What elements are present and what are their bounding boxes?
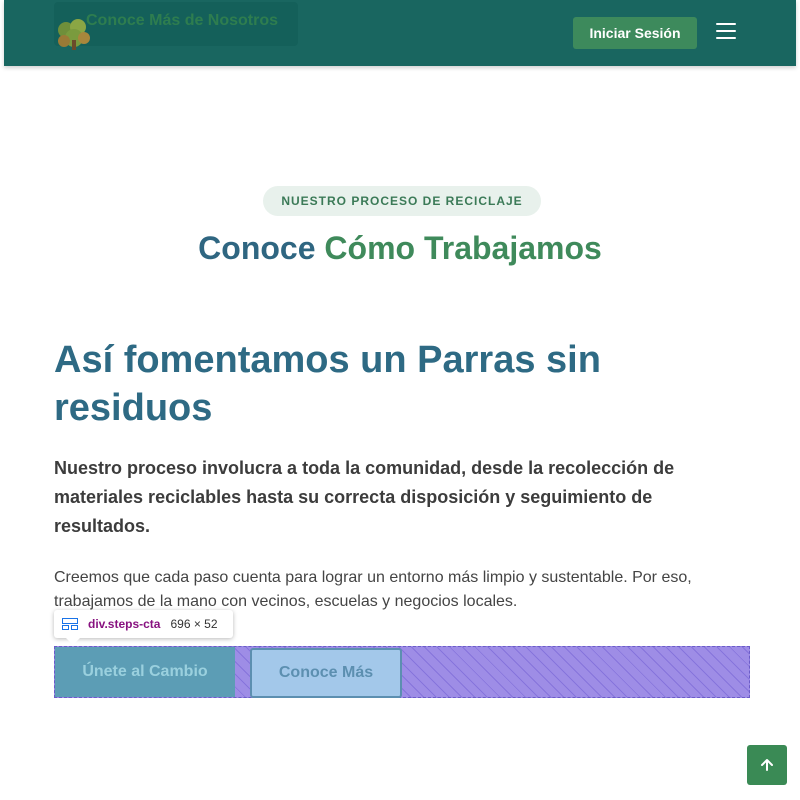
join-change-button[interactable]: Únete al Cambio: [55, 647, 235, 697]
arrow-up-icon: [761, 759, 773, 771]
navbar: Conoce Más de Nosotros Iniciar Sesión: [4, 0, 796, 66]
content-lead: Nuestro proceso involucra a toda la comu…: [54, 458, 675, 536]
learn-more-button[interactable]: Conoce Más: [250, 648, 402, 698]
back-to-top-button[interactable]: [747, 745, 787, 785]
hamburger-menu-icon[interactable]: [714, 20, 738, 42]
login-button[interactable]: Iniciar Sesión: [573, 17, 697, 49]
content-body: Creemos que cada paso cuenta para lograr…: [54, 569, 692, 610]
flex-layout-icon: [62, 618, 78, 630]
about-us-button[interactable]: Conoce Más de Nosotros: [54, 2, 298, 50]
steps-cta-container: Únete al Cambio Conoce Más: [54, 646, 750, 698]
content-heading: Así fomentamos un Parras sin residuos: [54, 339, 601, 429]
section-title-accent: Cómo Trabajamos: [324, 230, 602, 266]
devtools-inspector-tooltip: div.steps-cta 696 × 52: [54, 610, 233, 645]
section-title: Conoce Cómo Trabajamos: [0, 230, 800, 267]
inspector-selector: div.steps-cta: [88, 617, 161, 631]
inspector-dimensions: 696 × 52: [170, 617, 218, 631]
about-us-label: Conoce Más de Nosotros: [86, 12, 279, 29]
section-badge: NUESTRO PROCESO DE RECICLAJE: [263, 186, 541, 216]
section-title-part1: Conoce: [198, 230, 316, 266]
